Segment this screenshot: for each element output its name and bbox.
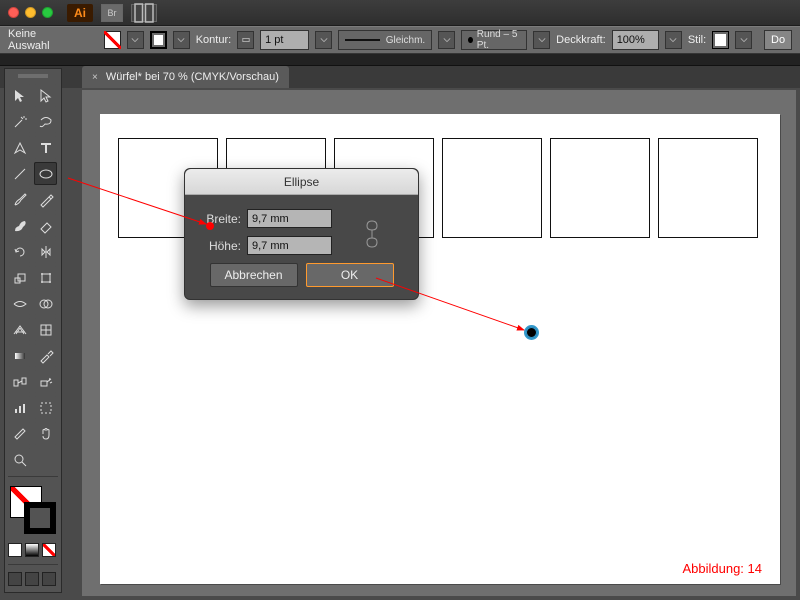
slice-tool[interactable] [8,422,31,445]
traffic-lights [8,7,53,18]
close-window-button[interactable] [8,7,19,18]
document-tab-title: Würfel* bei 70 % (CMYK/Vorschau) [106,71,279,83]
paintbrush-tool[interactable] [8,188,31,211]
cancel-button[interactable]: Abbrechen [210,263,298,287]
brush-dropdown[interactable] [533,31,550,49]
ok-button[interactable]: OK [306,263,394,287]
width-label: Breite: [197,212,241,226]
fill-stroke-control[interactable] [8,484,58,536]
selection-status: Keine Auswahl [8,28,75,52]
rect-shape[interactable] [550,138,650,238]
tools-panel [4,68,62,593]
hand-tool[interactable] [34,422,57,445]
zoom-window-button[interactable] [42,7,53,18]
blob-brush-tool[interactable] [8,214,31,237]
type-tool[interactable] [34,136,57,159]
direct-selection-tool[interactable] [34,84,57,107]
tools-grip[interactable] [8,73,58,81]
height-input[interactable]: 9,7 mm [247,236,332,255]
perspective-grid-tool[interactable] [8,318,31,341]
eyedropper-tool[interactable] [34,344,57,367]
close-tab-icon[interactable]: × [92,72,98,83]
column-graph-tool[interactable] [8,396,31,419]
fill-dropdown[interactable] [127,31,144,49]
brush-field[interactable]: Rund – 5 Pt. [461,30,527,50]
stroke-swatch[interactable] [150,31,167,49]
dialog-title[interactable]: Ellipse [185,169,418,195]
minimize-window-button[interactable] [25,7,36,18]
stroke-style-dropdown[interactable] [438,31,455,49]
arrange-documents-icon[interactable] [131,4,157,22]
draw-normal[interactable] [8,572,22,586]
ellipse-tool[interactable] [34,162,57,185]
options-bar: Keine Auswahl Kontur: 1 pt Gleichm. Rund… [0,26,800,54]
stroke-weight-field[interactable]: 1 pt [260,30,309,50]
reflect-tool[interactable] [34,240,57,263]
canvas-area[interactable]: Abbildung: 14 [82,90,796,596]
rotate-tool[interactable] [8,240,31,263]
brush-label: Rund – 5 Pt. [477,29,520,51]
window-titlebar: Ai Br [0,0,800,26]
bridge-icon[interactable]: Br [101,4,123,22]
mesh-tool[interactable] [34,318,57,341]
draw-mode-buttons [8,570,58,588]
document-tab[interactable]: × Würfel* bei 70 % (CMYK/Vorschau) [82,66,289,88]
width-input[interactable]: 9,7 mm [247,209,332,228]
stroke-style-field[interactable]: Gleichm. [338,30,432,50]
color-mode-gradient[interactable] [25,543,39,557]
artboard-tool[interactable] [34,396,57,419]
lasso-tool[interactable] [34,110,57,133]
stroke-dropdown[interactable] [173,31,190,49]
opacity-label: Deckkraft: [556,34,606,46]
brush-dot-icon [468,37,473,43]
blend-tool[interactable] [8,370,31,393]
annotation-dot [206,222,214,230]
rect-shape[interactable] [658,138,758,238]
style-label: Stil: [688,34,706,46]
magic-wand-tool[interactable] [8,110,31,133]
zoom-tool[interactable] [8,448,31,471]
constrain-proportions-icon[interactable] [364,217,380,254]
document-setup-button[interactable]: Do [764,30,792,50]
stroke-link-icon[interactable] [237,31,254,49]
width-tool[interactable] [8,292,31,315]
selection-tool[interactable] [8,84,31,107]
stroke-label: Kontur: [196,34,231,46]
height-label: Höhe: [197,239,241,253]
stroke-preview-line [345,39,380,41]
fill-swatch[interactable] [104,31,121,49]
scale-tool[interactable] [8,266,31,289]
app-logo: Ai [67,4,93,22]
draw-inside[interactable] [42,572,56,586]
result-ellipse-shape[interactable] [524,325,539,340]
opacity-dropdown[interactable] [665,31,682,49]
rect-shape[interactable] [442,138,542,238]
pencil-tool[interactable] [34,188,57,211]
color-mode-buttons [8,541,58,559]
eraser-tool[interactable] [34,214,57,237]
figure-caption: Abbildung: 14 [682,561,762,576]
draw-behind[interactable] [25,572,39,586]
line-tool[interactable] [8,162,31,185]
ellipse-dialog: Ellipse Breite: 9,7 mm Höhe: 9,7 mm Abbr… [184,168,419,300]
document-tab-bar: × Würfel* bei 70 % (CMYK/Vorschau) [0,66,800,88]
panel-dock-strip [0,54,800,66]
gradient-tool[interactable] [8,344,31,367]
stroke-style-label: Gleichm. [386,35,425,46]
color-mode-solid[interactable] [8,543,22,557]
pen-tool[interactable] [8,136,31,159]
opacity-field[interactable]: 100% [612,30,659,50]
color-mode-none[interactable] [42,543,56,557]
stroke-weight-dropdown[interactable] [315,31,332,49]
shape-builder-tool[interactable] [34,292,57,315]
graphic-style-swatch[interactable] [712,31,729,49]
stroke-indicator[interactable] [24,502,56,534]
free-transform-tool[interactable] [34,266,57,289]
symbol-sprayer-tool[interactable] [34,370,57,393]
graphic-style-dropdown[interactable] [735,31,752,49]
